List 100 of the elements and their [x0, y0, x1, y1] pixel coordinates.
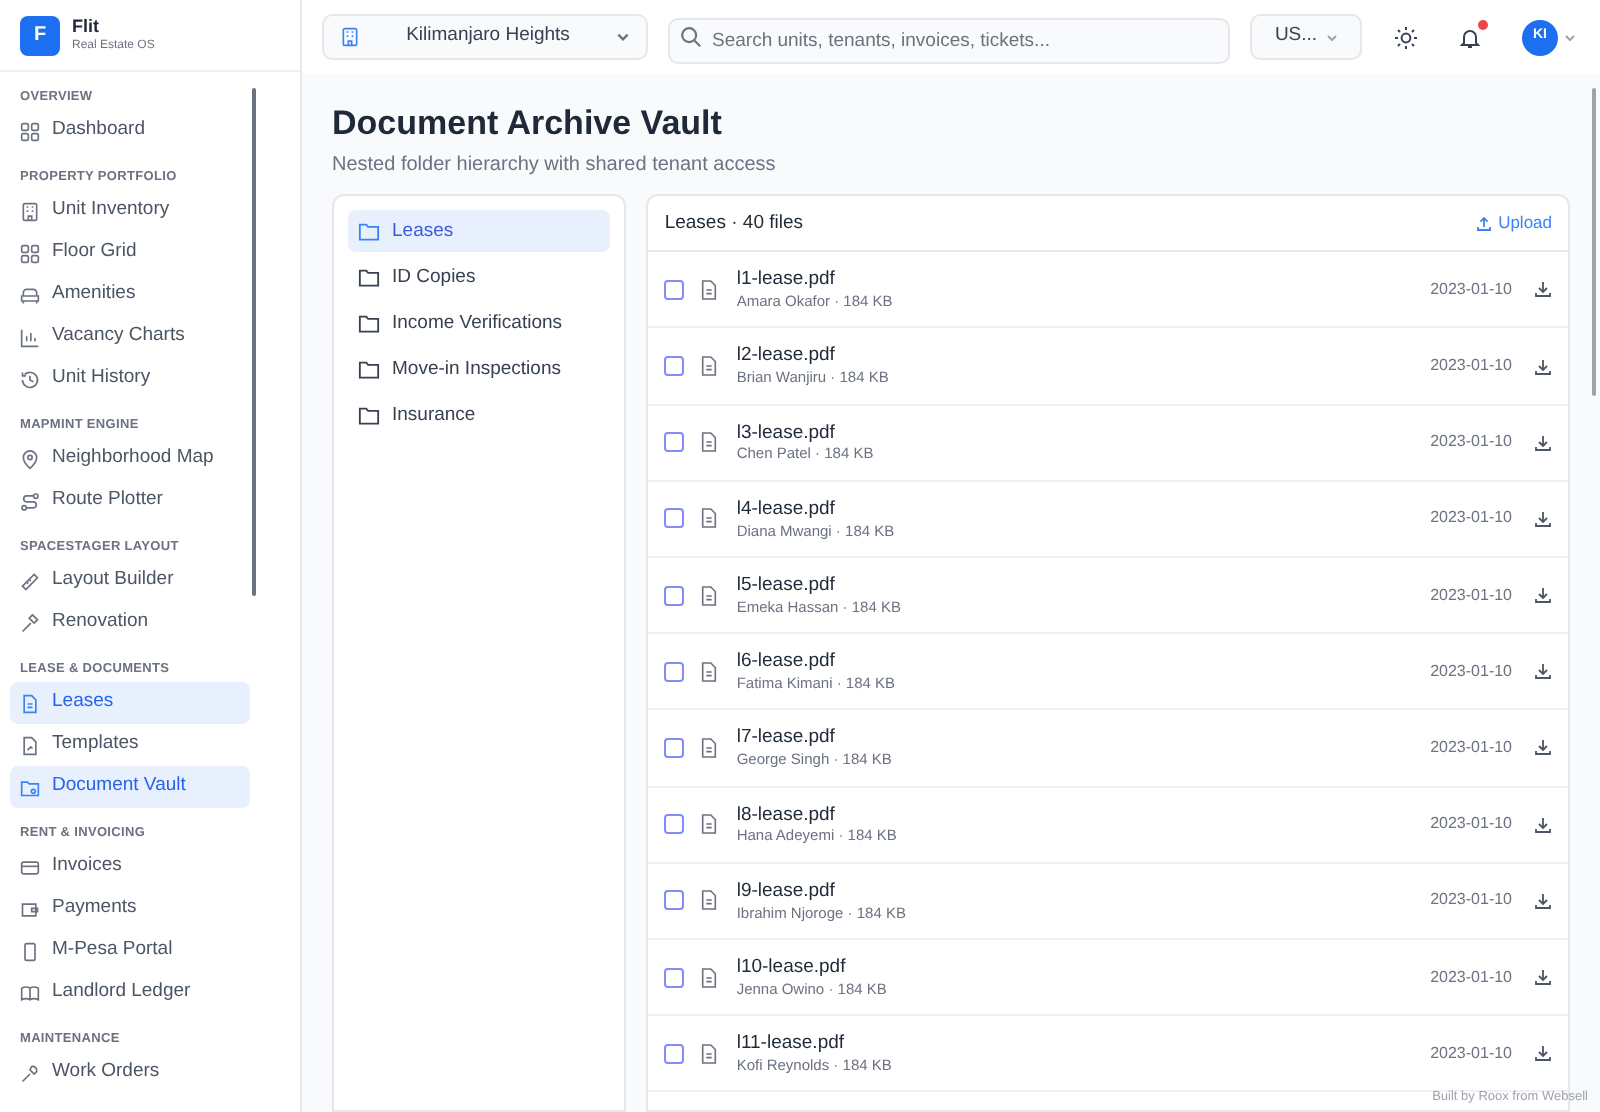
nav-item[interactable]: Route Plotter	[10, 480, 250, 522]
nav-item[interactable]: Templates	[10, 724, 250, 766]
download-icon[interactable]	[1534, 433, 1552, 452]
nav-item[interactable]: Floor Grid	[10, 232, 250, 274]
checkbox[interactable]	[664, 661, 685, 682]
property-selector[interactable]: Kilimanjaro Heights	[322, 14, 648, 60]
scrollbar[interactable]	[1592, 88, 1596, 396]
nav-item[interactable]: Leases	[10, 682, 250, 724]
file-date: 2023-01-10	[1430, 659, 1512, 684]
building-icon	[20, 201, 40, 221]
nav-item[interactable]: Renovation	[10, 602, 250, 644]
checkbox[interactable]	[664, 1043, 685, 1064]
checkbox[interactable]	[664, 279, 685, 300]
file-date: 2023-01-10	[1430, 1041, 1512, 1066]
document-icon	[700, 585, 719, 606]
nav-item[interactable]: Layout Builder	[10, 560, 250, 602]
nav-item[interactable]: Dashboard	[10, 110, 250, 152]
file-name[interactable]: l11-lease.pdf	[736, 1032, 1415, 1056]
download-icon[interactable]	[1534, 815, 1552, 834]
file-date: 2023-01-10	[1430, 430, 1512, 455]
document-icon	[700, 890, 719, 911]
nav-item[interactable]: Vacancy Charts	[10, 316, 250, 358]
checkbox[interactable]	[664, 737, 685, 758]
folder-icon	[358, 359, 380, 380]
chevron-down-icon	[616, 30, 630, 44]
folder-item[interactable]: Insurance	[348, 394, 611, 437]
search-icon	[680, 26, 702, 48]
checkbox[interactable]	[664, 585, 685, 606]
phone-icon	[20, 941, 40, 961]
pin-icon	[20, 449, 40, 469]
nav-item[interactable]: Payments	[10, 888, 250, 930]
download-icon[interactable]	[1534, 662, 1552, 681]
download-icon[interactable]	[1534, 1044, 1552, 1063]
folder-item[interactable]: Leases	[348, 210, 611, 253]
checkbox[interactable]	[664, 432, 685, 453]
download-icon[interactable]	[1534, 586, 1552, 605]
file-date: 2023-01-10	[1430, 812, 1512, 837]
sofa-icon	[20, 285, 40, 305]
checkbox[interactable]	[664, 967, 685, 988]
page-subtitle: Nested folder hierarchy with shared tenant access	[332, 152, 778, 181]
checkbox[interactable]	[664, 814, 685, 835]
nav-item[interactable]: Amenities	[10, 274, 250, 316]
document-icon	[20, 735, 40, 755]
file-date: 2023-01-10	[1430, 506, 1512, 531]
file-date: 2023-01-10	[1430, 277, 1512, 302]
file-date: 2023-01-10	[1430, 965, 1512, 990]
document-icon	[700, 508, 719, 529]
folder-item[interactable]: ID Copies	[348, 256, 611, 299]
grid-icon	[20, 243, 40, 263]
file-name[interactable]: l3-lease.pdf	[736, 421, 1415, 445]
page-title: Document Archive Vault	[332, 102, 724, 145]
nav-item[interactable]: Landlord Ledger	[10, 972, 250, 1014]
file-name[interactable]: l1-lease.pdf	[736, 268, 1415, 293]
document-icon	[700, 279, 719, 300]
logo: F	[20, 15, 60, 55]
file-name[interactable]: l4-lease.pdf	[736, 497, 1415, 522]
document-icon	[700, 814, 719, 835]
nav-item[interactable]: Document Vault	[10, 766, 250, 808]
file-name[interactable]: l8-lease.pdf	[736, 803, 1415, 827]
bell-icon[interactable]	[1458, 25, 1482, 49]
currency-selector[interactable]: US...	[1250, 14, 1362, 60]
file-name[interactable]: l5-lease.pdf	[736, 573, 1415, 598]
download-icon[interactable]	[1534, 968, 1552, 987]
document-icon	[700, 432, 719, 453]
checkbox[interactable]	[664, 890, 685, 911]
download-icon[interactable]	[1534, 280, 1552, 299]
nav-item[interactable]: Invoices	[10, 846, 250, 888]
file-name[interactable]: l7-lease.pdf	[736, 726, 1415, 751]
hammer-icon	[20, 613, 40, 633]
sun-icon[interactable]	[1394, 25, 1418, 49]
folder-item[interactable]: Move-in Inspections	[348, 348, 611, 391]
chevron-down-icon[interactable]	[1564, 31, 1576, 43]
search-field[interactable]: Search units, tenants, invoices, tickets...	[668, 18, 1230, 64]
file-name[interactable]: l9-lease.pdf	[736, 879, 1415, 904]
download-icon[interactable]	[1534, 738, 1552, 757]
nav-item[interactable]: Work Orders	[10, 1052, 250, 1094]
wrench-icon	[20, 1063, 40, 1083]
scrollbar[interactable]	[252, 88, 256, 596]
file-name[interactable]: l2-lease.pdf	[736, 344, 1415, 369]
chevron-down-icon	[1325, 31, 1338, 43]
file-name[interactable]: l6-lease.pdf	[736, 650, 1415, 675]
file-name[interactable]: l10-lease.pdf	[736, 955, 1415, 980]
nav-item[interactable]: M-Pesa Portal	[10, 930, 250, 972]
route-icon	[20, 491, 40, 511]
nav-item[interactable]: Unit History	[10, 358, 250, 400]
ruler-icon	[20, 571, 40, 591]
checkbox[interactable]	[664, 508, 685, 529]
nav-item[interactable]: Unit Inventory	[10, 190, 250, 232]
folder-item[interactable]: Income Verifications	[348, 302, 611, 345]
checkbox[interactable]	[664, 356, 685, 377]
download-icon[interactable]	[1534, 891, 1552, 910]
brand-name: Flit	[72, 18, 101, 36]
nav-item[interactable]: Neighborhood Map	[10, 438, 250, 480]
card-icon	[20, 857, 40, 877]
document-icon	[700, 737, 719, 758]
building-icon	[340, 26, 360, 48]
upload-button[interactable]: Upload	[1476, 210, 1552, 237]
grid-icon	[20, 121, 40, 141]
download-icon[interactable]	[1534, 509, 1552, 528]
download-icon[interactable]	[1534, 357, 1552, 376]
